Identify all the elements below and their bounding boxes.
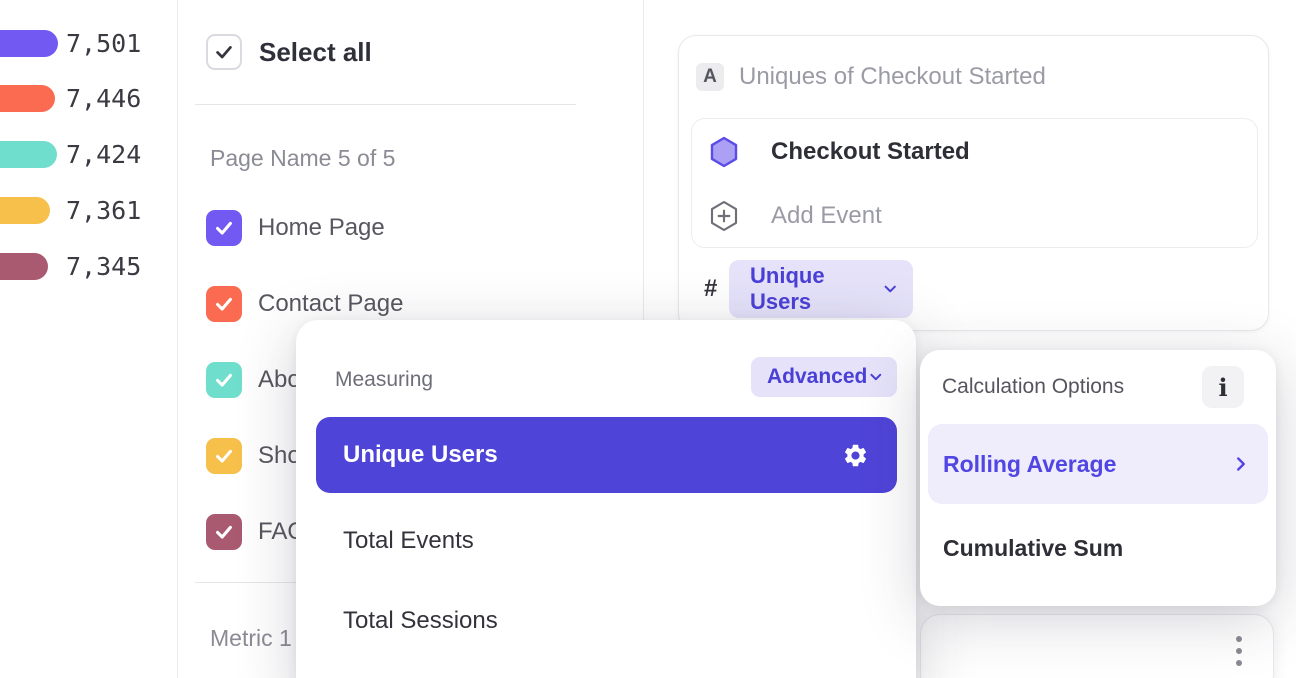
legend-item-label: Contact Page bbox=[258, 286, 403, 322]
chevron-down-icon bbox=[881, 279, 899, 299]
menu-option-total-sessions[interactable]: Total Sessions bbox=[343, 585, 498, 657]
event-name[interactable]: Checkout Started bbox=[771, 137, 970, 167]
group-label: Page Name 5 of 5 bbox=[210, 144, 395, 172]
advanced-mode-label: Advanced bbox=[767, 365, 867, 389]
event-hexagon-icon bbox=[708, 136, 740, 168]
advanced-mode-button[interactable]: Advanced bbox=[751, 357, 897, 397]
metric-label[interactable]: Metric 1 bbox=[210, 624, 292, 652]
check-icon bbox=[213, 445, 235, 467]
check-icon bbox=[213, 217, 235, 239]
measure-chip-label: Unique Users bbox=[750, 263, 881, 315]
chevron-down-icon bbox=[867, 368, 885, 386]
bar-value-label: 7,345 bbox=[66, 251, 141, 282]
menu-option-total-events[interactable]: Total Events bbox=[343, 505, 474, 577]
bar-segment[interactable] bbox=[0, 197, 50, 224]
info-icon[interactable]: i bbox=[1202, 366, 1244, 408]
calc-option-cumulative-sum[interactable]: Cumulative Sum bbox=[943, 518, 1123, 578]
bar-value-label: 7,501 bbox=[66, 28, 141, 59]
bar-value-label: 7,446 bbox=[66, 83, 141, 114]
divider-vertical-left bbox=[177, 0, 178, 678]
legend-item-label: Home Page bbox=[258, 210, 385, 246]
calc-option-label: Rolling Average bbox=[943, 451, 1116, 478]
check-icon bbox=[213, 369, 235, 391]
bar-segment[interactable] bbox=[0, 85, 55, 112]
measure-type-symbol: # bbox=[704, 260, 717, 318]
kebab-menu-icon[interactable] bbox=[1236, 636, 1242, 666]
measure-chip[interactable]: Unique Users bbox=[729, 260, 913, 318]
bar-value-label: 7,424 bbox=[66, 139, 141, 170]
legend-checkbox[interactable] bbox=[206, 286, 242, 322]
add-event-button[interactable]: Add Event bbox=[771, 201, 882, 231]
legend-checkbox[interactable] bbox=[206, 438, 242, 474]
calculation-options-menu: Calculation Options i Rolling Average Cu… bbox=[920, 350, 1276, 606]
bar-value-label: 7,361 bbox=[66, 195, 141, 226]
chevron-right-icon bbox=[1230, 453, 1252, 475]
select-all-checkbox[interactable] bbox=[206, 34, 242, 70]
calculation-menu-title: Calculation Options bbox=[942, 366, 1124, 408]
calc-option-rolling-average[interactable]: Rolling Average bbox=[928, 424, 1268, 504]
legend-checkbox[interactable] bbox=[206, 362, 242, 398]
legend-checkbox[interactable] bbox=[206, 210, 242, 246]
menu-option-unique-users[interactable]: Unique Users bbox=[316, 417, 897, 493]
measuring-menu: Measuring Advanced Unique Users Total Ev… bbox=[296, 320, 916, 678]
event-card: Checkout Started Add Event bbox=[691, 118, 1258, 248]
chart-preview-card bbox=[920, 614, 1274, 678]
series-name-input[interactable]: Uniques of Checkout Started bbox=[739, 62, 1046, 92]
bar-segment[interactable] bbox=[0, 253, 48, 280]
divider bbox=[195, 104, 576, 105]
check-icon bbox=[213, 293, 235, 315]
check-icon bbox=[213, 521, 235, 543]
gear-icon[interactable] bbox=[842, 442, 869, 469]
analytics-app: 7,501 7,446 7,424 7,361 7,345 Select all… bbox=[0, 0, 1296, 678]
check-icon bbox=[213, 41, 235, 63]
legend-checkbox[interactable] bbox=[206, 514, 242, 550]
measuring-menu-title: Measuring bbox=[335, 360, 433, 400]
select-all-label[interactable]: Select all bbox=[259, 34, 372, 70]
bar-segment[interactable] bbox=[0, 30, 58, 57]
bar-segment[interactable] bbox=[0, 141, 57, 168]
series-badge: A bbox=[696, 63, 724, 91]
query-series-card: A Uniques of Checkout Started Checkout S… bbox=[678, 35, 1269, 331]
add-event-icon[interactable] bbox=[708, 200, 740, 232]
menu-option-label: Unique Users bbox=[343, 441, 498, 469]
